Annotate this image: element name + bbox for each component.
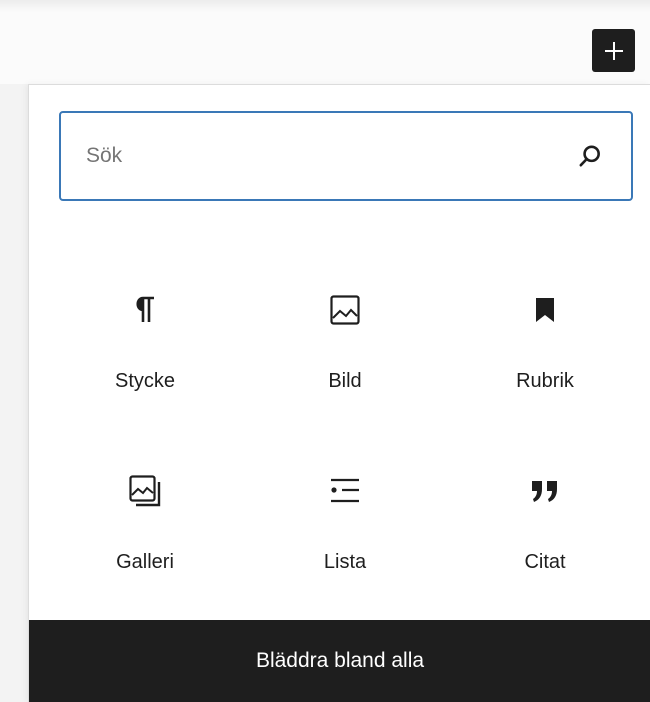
pilcrow-icon (127, 292, 163, 328)
gallery-icon (127, 473, 163, 509)
browse-all-label: Bläddra bland alla (255, 649, 425, 672)
block-item-lista[interactable]: Lista (250, 473, 440, 623)
block-label: Stycke (114, 370, 176, 392)
search-input[interactable] (84, 143, 558, 169)
plus-icon (604, 41, 623, 60)
block-label: Lista (323, 551, 367, 573)
search-box (59, 111, 633, 201)
block-item-rubrik[interactable]: Rubrik (450, 292, 640, 442)
editor-top-area (0, 0, 650, 84)
bookmark-icon (527, 292, 563, 328)
block-label: Rubrik (516, 370, 574, 392)
search-icon (579, 145, 600, 167)
image-icon (327, 292, 363, 328)
block-label: Citat (524, 551, 566, 573)
block-item-bild[interactable]: Bild (250, 292, 440, 442)
block-item-galleri[interactable]: Galleri (50, 473, 240, 623)
block-label: Galleri (116, 551, 174, 573)
block-label: Bild (328, 370, 362, 392)
top-shadow (0, 0, 650, 12)
quote-icon (527, 473, 563, 509)
block-item-stycke[interactable]: Stycke (50, 292, 240, 442)
list-icon (327, 473, 363, 509)
block-inserter-popover: Stycke Bild Rubrik Galleri (28, 84, 650, 702)
browse-all-button[interactable]: Bläddra bland alla (29, 620, 650, 702)
add-block-button[interactable] (592, 29, 635, 72)
block-item-citat[interactable]: Citat (450, 473, 640, 623)
